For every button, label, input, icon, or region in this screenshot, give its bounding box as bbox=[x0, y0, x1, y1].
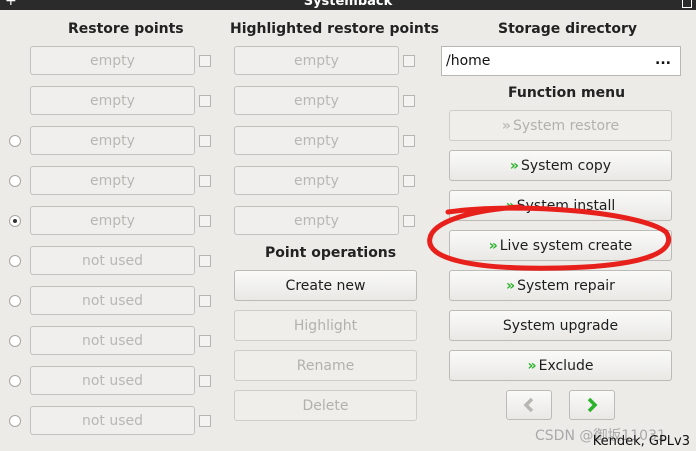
restore-point-slot: empty bbox=[30, 166, 195, 195]
function-button-label: System upgrade bbox=[502, 317, 619, 334]
chevron-right-icon bbox=[587, 397, 598, 413]
previous-page-button[interactable] bbox=[506, 390, 552, 420]
function-button-label: System install bbox=[516, 197, 616, 214]
function-button-label: System repair bbox=[517, 277, 615, 294]
chevron-left-icon bbox=[523, 397, 534, 413]
restore-point-radio[interactable] bbox=[9, 335, 21, 347]
highlighted-points-header: Highlighted restore points bbox=[230, 21, 439, 37]
double-chevron-icon: » bbox=[501, 117, 511, 134]
double-chevron-icon: » bbox=[527, 357, 537, 374]
restore-point-checkbox[interactable] bbox=[199, 95, 211, 107]
next-page-button[interactable] bbox=[569, 390, 615, 420]
restore-point-radio[interactable] bbox=[9, 175, 21, 187]
restore-point-slot: not used bbox=[30, 406, 195, 435]
system-repair-button[interactable]: » System repair bbox=[449, 270, 672, 301]
highlighted-point-slot: empty bbox=[234, 206, 399, 235]
restore-point-slot: not used bbox=[30, 246, 195, 275]
restore-point-checkbox[interactable] bbox=[199, 175, 211, 187]
highlighted-point-checkbox[interactable] bbox=[403, 215, 415, 227]
restore-point-radio[interactable] bbox=[9, 415, 21, 427]
restore-point-checkbox[interactable] bbox=[199, 375, 211, 387]
double-chevron-icon: » bbox=[509, 157, 519, 174]
function-button-label: System restore bbox=[512, 117, 620, 134]
function-menu-header: Function menu bbox=[508, 85, 626, 101]
maximize-icon[interactable] bbox=[682, 0, 692, 8]
highlight-button[interactable]: Highlight bbox=[234, 310, 417, 341]
footer-credit: Kendek, GPLv3 bbox=[592, 434, 690, 449]
restore-point-slot: empty bbox=[30, 46, 195, 75]
restore-point-radio[interactable] bbox=[9, 215, 21, 227]
double-chevron-icon: » bbox=[505, 197, 515, 214]
storage-directory-field[interactable]: /home ... bbox=[441, 46, 681, 76]
restore-point-checkbox[interactable] bbox=[199, 135, 211, 147]
storage-directory-header: Storage directory bbox=[498, 21, 637, 37]
delete-button[interactable]: Delete bbox=[234, 390, 417, 421]
restore-point-slot: not used bbox=[30, 326, 195, 355]
restore-point-checkbox[interactable] bbox=[199, 255, 211, 267]
restore-point-radio[interactable] bbox=[9, 375, 21, 387]
function-button-label: Exclude bbox=[538, 357, 594, 374]
highlighted-point-slot: empty bbox=[234, 166, 399, 195]
restore-point-checkbox[interactable] bbox=[199, 295, 211, 307]
highlighted-point-slot: empty bbox=[234, 46, 399, 75]
restore-point-checkbox[interactable] bbox=[199, 335, 211, 347]
create-new-button[interactable]: Create new bbox=[234, 270, 417, 301]
restore-point-slot: empty bbox=[30, 86, 195, 115]
system-copy-button[interactable]: » System copy bbox=[449, 150, 672, 181]
function-button-label: Live system create bbox=[499, 237, 633, 254]
live-system-create-button[interactable]: » Live system create bbox=[449, 230, 672, 261]
function-button-label: System copy bbox=[520, 157, 612, 174]
highlighted-point-checkbox[interactable] bbox=[403, 95, 415, 107]
restore-point-checkbox[interactable] bbox=[199, 415, 211, 427]
highlighted-point-checkbox[interactable] bbox=[403, 55, 415, 67]
system-install-button[interactable]: » System install bbox=[449, 190, 672, 221]
restore-point-slot: not used bbox=[30, 366, 195, 395]
system-restore-button[interactable]: » System restore bbox=[449, 110, 672, 141]
browse-button[interactable]: ... bbox=[655, 52, 671, 68]
restore-point-checkbox[interactable] bbox=[199, 55, 211, 67]
restore-points-header: Restore points bbox=[68, 21, 184, 37]
restore-point-checkbox[interactable] bbox=[199, 215, 211, 227]
highlighted-point-slot: empty bbox=[234, 126, 399, 155]
restore-point-radio[interactable] bbox=[9, 295, 21, 307]
highlighted-point-slot: empty bbox=[234, 86, 399, 115]
restore-point-slot: empty bbox=[30, 126, 195, 155]
rename-button[interactable]: Rename bbox=[234, 350, 417, 381]
highlighted-point-checkbox[interactable] bbox=[403, 135, 415, 147]
point-operations-header: Point operations bbox=[265, 245, 397, 261]
restore-point-slot: empty bbox=[30, 206, 195, 235]
title-bar: + Systemback bbox=[0, 0, 696, 10]
restore-point-radio[interactable] bbox=[9, 135, 21, 147]
exclude-button[interactable]: » Exclude bbox=[449, 350, 672, 381]
highlighted-point-checkbox[interactable] bbox=[403, 175, 415, 187]
double-chevron-icon: » bbox=[506, 277, 515, 294]
window-title: Systemback bbox=[303, 0, 393, 9]
restore-point-radio[interactable] bbox=[9, 255, 21, 267]
system-upgrade-button[interactable]: System upgrade bbox=[449, 310, 672, 341]
restore-point-slot: not used bbox=[30, 286, 195, 315]
double-chevron-icon: » bbox=[488, 237, 498, 254]
storage-path-value: /home bbox=[446, 53, 491, 69]
